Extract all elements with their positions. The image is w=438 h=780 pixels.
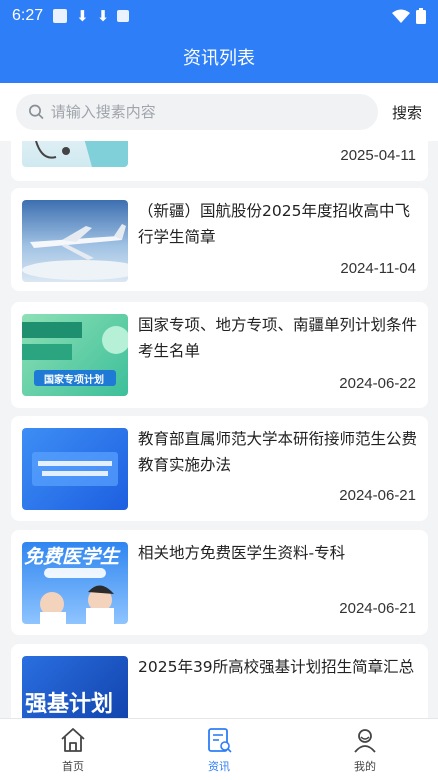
article-title: 相关地方免费医学生资料-专科 (138, 544, 346, 562)
thumbnail-caption: 国家专项计划 (44, 375, 104, 386)
article-date: 2024-06-21 (339, 487, 416, 504)
search-bar: 搜索 (0, 83, 438, 141)
list-item[interactable]: 强基计划 2025年39所高校强基计划招生简章汇总 (11, 644, 428, 718)
article-date: 2024-11-04 (340, 260, 416, 277)
thumbnail-caption: 免费医学生 (24, 546, 120, 568)
search-box[interactable] (16, 94, 378, 130)
article-date: 2024-06-21 (339, 600, 416, 617)
tab-label: 资讯 (208, 759, 230, 773)
thumbnail-caption: 强基计划 (25, 692, 114, 717)
notification-icon (53, 8, 68, 23)
download-icon: ⬇ (76, 6, 89, 25)
tab-label: 我的 (354, 759, 376, 773)
status-time: 6:27 (12, 6, 44, 24)
status-bar: 6:27 ⬇ ⬇ (0, 0, 438, 31)
search-icon (29, 104, 44, 120)
home-icon (61, 727, 85, 752)
article-title: 2025年39所高校强基计划招生简章汇总 (138, 658, 415, 676)
article-thumbnail (22, 428, 128, 510)
article-date: 2025-04-11 (340, 147, 416, 164)
tab-news[interactable]: 资讯 (146, 719, 292, 780)
article-title: 国家专项、地方专项、南疆单列计划条件考生名单 (138, 316, 418, 360)
list-item[interactable]: 教育部直属师范大学本研衔接师范生公费教育实施办法 2024-06-21 (11, 416, 428, 521)
list-item[interactable]: 国家专项计划 国家专项、地方专项、南疆单列计划条件考生名单 2024-06-22 (11, 302, 428, 408)
list-item[interactable]: 2025-04-11 (11, 141, 428, 181)
tab-profile[interactable]: 我的 (292, 719, 438, 780)
app-header: 资讯列表 (0, 31, 438, 83)
wifi-icon (392, 9, 410, 23)
article-title: 教育部直属师范大学本研衔接师范生公费教育实施办法 (138, 430, 418, 474)
download-icon: ⬇ (96, 6, 110, 25)
search-input[interactable] (50, 103, 366, 121)
app-notification-icon (117, 9, 130, 22)
article-thumbnail (22, 141, 128, 167)
article-thumbnail: 国家专项计划 (22, 314, 128, 396)
page-title: 资讯列表 (183, 48, 255, 69)
article-thumbnail: 免费医学生 (22, 542, 128, 624)
bottom-tab-bar: 首页 资讯 我的 (0, 718, 438, 780)
search-button[interactable]: 搜索 (392, 102, 422, 123)
battery-icon (416, 7, 426, 24)
list-item[interactable]: 免费医学生 相关地方免费医学生资料-专科 2024-06-21 (11, 530, 428, 635)
tab-label: 首页 (62, 759, 84, 773)
article-title: （新疆）国航股份2025年度招收高中飞行学生简章 (138, 202, 410, 246)
article-list[interactable]: 2025-04-11 （新疆）国航股份2025年度招收高中飞行学生简章 2024… (0, 141, 438, 718)
profile-icon (354, 728, 376, 753)
list-item[interactable]: （新疆）国航股份2025年度招收高中飞行学生简章 2024-11-04 (11, 188, 428, 291)
article-date: 2024-06-22 (339, 375, 416, 392)
tab-home[interactable]: 首页 (0, 719, 146, 780)
article-thumbnail (22, 200, 128, 282)
article-thumbnail: 强基计划 (22, 656, 128, 718)
news-icon (208, 727, 232, 753)
